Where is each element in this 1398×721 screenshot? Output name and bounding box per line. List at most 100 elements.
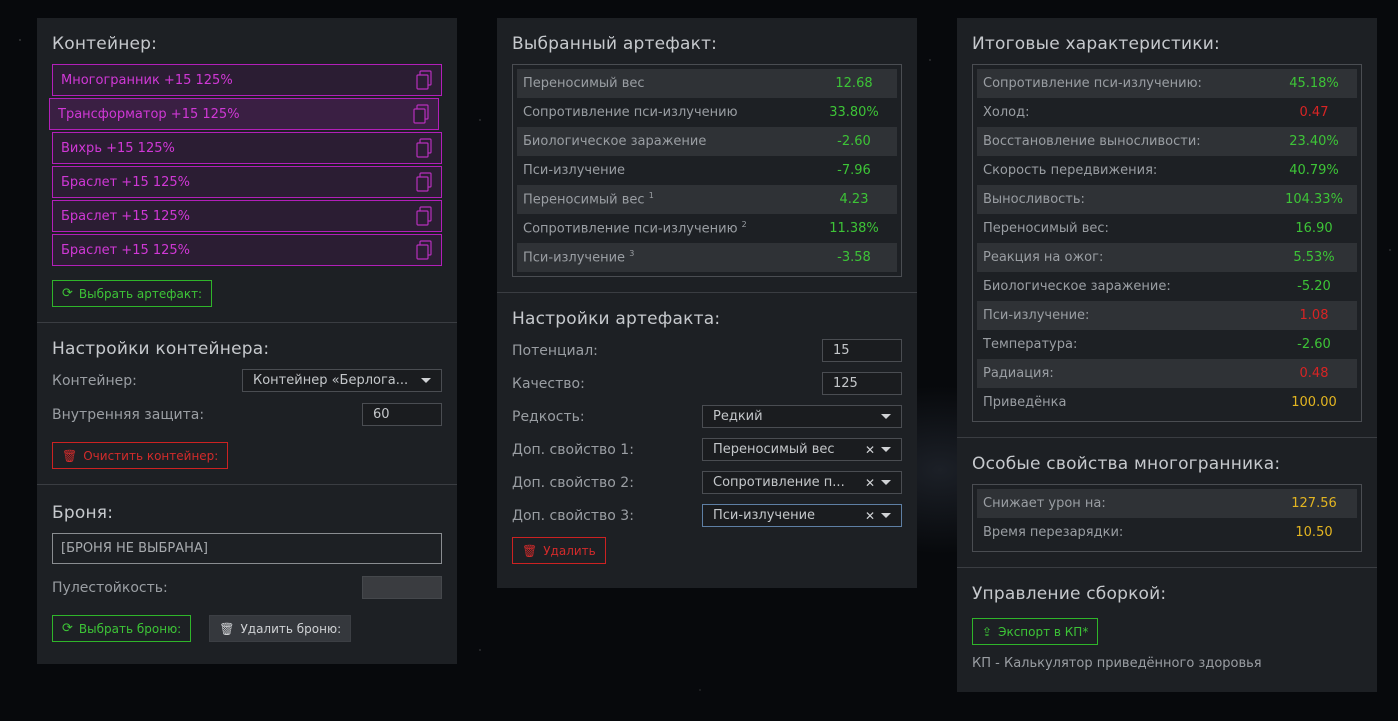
middle-panel: Выбранный артефакт: Переносимый вес 12.68… <box>497 18 917 588</box>
armor-field[interactable]: [БРОНЯ НЕ ВЫБРАНА] <box>52 533 442 564</box>
rarity-label: Редкость: <box>512 408 585 425</box>
container-select[interactable]: Контейнер «Берлога... <box>242 369 442 392</box>
artifact-item-label: Браслет +15 125% <box>61 242 191 258</box>
artifact-list: Многогранник +15 125% Трансформатор +15 1… <box>49 64 442 266</box>
delete-armor-button[interactable]: 🗑 Удалить броню: <box>209 615 352 642</box>
stat-row: Выносливость: 104.33% <box>977 185 1357 214</box>
artifact-item[interactable]: Трансформатор +15 125% <box>49 98 439 130</box>
artifact-item[interactable]: Браслет +15 125% <box>52 200 442 232</box>
delete-artifact-button[interactable]: 🗑 Удалить <box>512 537 606 564</box>
stat-footnote-marker: 3 <box>629 249 635 259</box>
quality-input[interactable]: 125 <box>822 372 902 395</box>
potential-row: Потенциал: 15 <box>512 339 902 362</box>
armor-section: Броня: [БРОНЯ НЕ ВЫБРАНА] Пулестойкость:… <box>37 485 457 657</box>
clear-icon[interactable]: ✕ <box>865 443 875 457</box>
stat-value: 45.18% <box>1289 76 1339 91</box>
stat-value: 0.47 <box>1299 105 1329 120</box>
caret-down-icon <box>881 447 891 452</box>
stat-row: Скорость передвижения: 40.79% <box>977 156 1357 185</box>
stat-label: Радиация: <box>983 366 1054 381</box>
rarity-row: Редкость: Редкий <box>512 405 902 428</box>
extra1-label: Доп. свойство 1: <box>512 441 634 458</box>
container-select-value: Контейнер «Берлога... <box>253 373 409 388</box>
container-row: Контейнер: Контейнер «Берлога... <box>52 369 442 392</box>
copy-icon[interactable] <box>415 240 433 260</box>
artifact-item[interactable]: Браслет +15 125% <box>52 166 442 198</box>
stat-value: 11.38% <box>829 221 879 236</box>
artifact-item[interactable]: Многогранник +15 125% <box>52 64 442 96</box>
inner-protection-label: Внутренняя защита: <box>52 406 205 423</box>
container-label: Контейнер: <box>52 372 137 389</box>
footnote: КП - Калькулятор приведённого здоровья <box>972 656 1262 671</box>
stat-label: Пси-излучение: <box>983 308 1089 323</box>
stat-value: 40.79% <box>1289 163 1339 178</box>
copy-icon[interactable] <box>412 104 430 124</box>
stat-label-text: Переносимый вес <box>523 76 645 91</box>
trash-icon: 🗑 <box>62 448 78 463</box>
artifact-settings-title: Настройки артефакта: <box>512 309 721 329</box>
stat-label-text: Восстановление выносливости: <box>983 134 1201 149</box>
stat-label-text: Биологическое заражение: <box>983 279 1171 294</box>
extra1-value: Переносимый вес <box>713 442 835 457</box>
special-table: Снижает урон на: 127.56 Время перезарядки:… <box>972 484 1362 552</box>
export-label: Экспорт в КП* <box>998 624 1089 639</box>
stat-label: Холод: <box>983 105 1030 120</box>
container-settings-section: Настройки контейнера: Контейнер: Контейн… <box>37 323 457 485</box>
stat-label-text: Радиация: <box>983 366 1054 381</box>
extra1-select[interactable]: Переносимый вес ✕ <box>702 438 902 461</box>
copy-icon[interactable] <box>415 70 433 90</box>
stat-label: Приведёнка <box>983 395 1066 410</box>
select-artifact-label: Выбрать артефакт: <box>78 286 203 301</box>
stat-value: -3.58 <box>837 250 871 265</box>
clear-icon[interactable]: ✕ <box>865 509 875 523</box>
stat-label-text: Приведёнка <box>983 395 1067 410</box>
stat-label: Восстановление выносливости: <box>983 134 1201 149</box>
artifact-item[interactable]: Вихрь +15 125% <box>52 132 442 164</box>
stat-value: -7.96 <box>837 163 871 178</box>
extra2-select[interactable]: Сопротивление п... ✕ <box>702 471 902 494</box>
stat-label-text: Пси-излучение <box>523 163 626 178</box>
stat-row: Пси-излучение: 1.08 <box>977 301 1357 330</box>
clear-icon[interactable]: ✕ <box>865 476 875 490</box>
potential-input[interactable]: 15 <box>822 339 902 362</box>
select-armor-button[interactable]: ⟳ Выбрать броню: <box>52 615 192 642</box>
clear-container-button[interactable]: 🗑 Очистить контейнер: <box>52 442 229 469</box>
select-armor-label: Выбрать броню: <box>78 621 182 636</box>
stat-value: -2.60 <box>1297 337 1331 352</box>
inner-protection-input[interactable]: 60 <box>362 403 442 426</box>
delete-artifact-label: Удалить <box>543 543 596 558</box>
stat-label-text: Пси-излучение: <box>983 308 1090 323</box>
bulletproof-input[interactable] <box>362 576 442 599</box>
stat-value: 5.53% <box>1293 250 1335 265</box>
copy-icon[interactable] <box>415 138 433 158</box>
selected-artifact-section: Выбранный артефакт: Переносимый вес 12.68… <box>497 18 917 293</box>
delete-armor-label: Удалить броню: <box>240 621 342 636</box>
stat-value: 33.80% <box>829 105 879 120</box>
clear-container-label: Очистить контейнер: <box>83 448 219 463</box>
stat-row: Пси-излучение 3 -3.58 <box>517 243 897 272</box>
stat-label: Скорость передвижения: <box>983 163 1157 178</box>
quality-row: Качество: 125 <box>512 372 902 395</box>
rarity-select[interactable]: Редкий <box>702 405 902 428</box>
stat-value: 127.56 <box>1291 496 1337 511</box>
stat-label-text: Сопротивление пси-излучению <box>523 105 738 120</box>
stat-footnote-marker: 1 <box>648 191 654 201</box>
refresh-icon: ⟳ <box>62 286 73 301</box>
copy-icon[interactable] <box>415 172 433 192</box>
armor-value: [БРОНЯ НЕ ВЫБРАНА] <box>61 541 208 556</box>
build-title: Управление сборкой: <box>972 584 1167 604</box>
select-artifact-button[interactable]: ⟳ Выбрать артефакт: <box>52 280 213 307</box>
artifact-item-label: Вихрь +15 125% <box>61 140 175 156</box>
quality-label: Качество: <box>512 375 585 392</box>
inner-protection-row: Внутренняя защита: 60 <box>52 403 442 426</box>
export-button[interactable]: ⇪ Экспорт в КП* <box>972 618 1099 645</box>
stat-label: Сопротивление пси-излучению <box>523 105 738 120</box>
extra3-select[interactable]: Пси-излучение ✕ <box>702 504 902 527</box>
copy-icon[interactable] <box>415 206 433 226</box>
artifact-item[interactable]: Браслет +15 125% <box>52 234 442 266</box>
caret-down-icon <box>881 414 891 419</box>
stat-row: Переносимый вес 1 4.23 <box>517 185 897 214</box>
container-settings-title: Настройки контейнера: <box>52 339 270 359</box>
artifact-item-label: Трансформатор +15 125% <box>58 106 240 122</box>
artifact-item-label: Многогранник +15 125% <box>61 72 233 88</box>
